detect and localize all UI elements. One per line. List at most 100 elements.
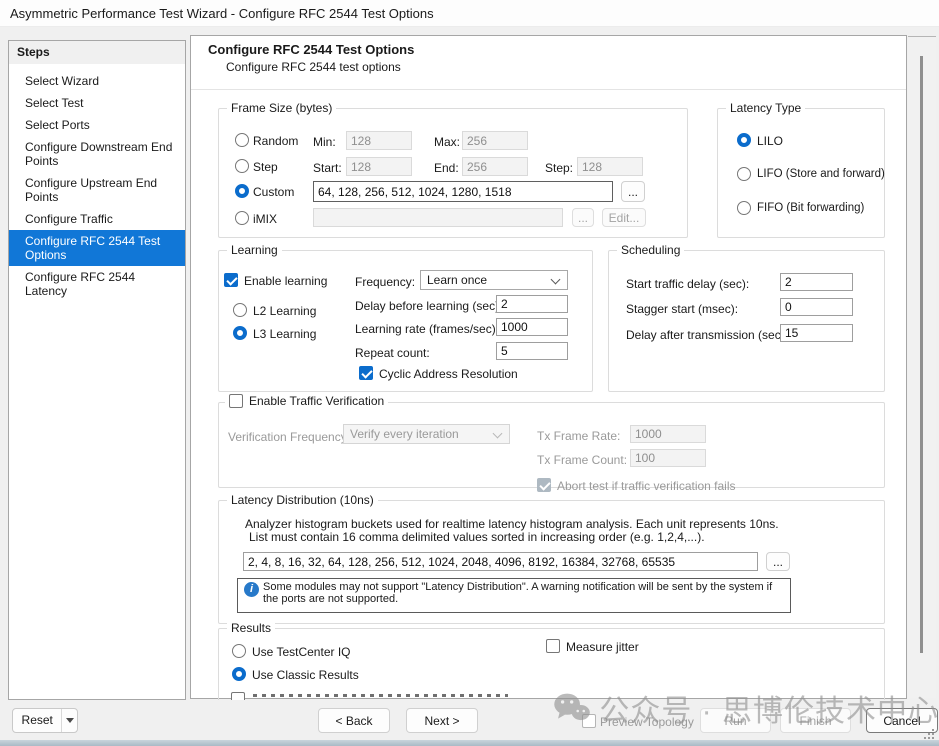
max-label: Max: <box>434 135 460 149</box>
custom-sizes-field[interactable] <box>313 181 613 202</box>
frequency-label: Frequency: <box>355 275 415 289</box>
radio-step-label: Step <box>253 160 278 174</box>
back-button[interactable]: < Back <box>318 708 390 733</box>
delay-before-learning-field[interactable] <box>496 295 568 313</box>
learning-legend: Learning <box>227 243 282 257</box>
page-title: Configure RFC 2544 Test Options <box>208 42 414 57</box>
radio-l3-learning-label: L3 Learning <box>253 327 316 341</box>
radio-step[interactable] <box>235 159 249 173</box>
radio-classic-results[interactable] <box>232 667 246 681</box>
verification-frequency-label: Verification Frequency: <box>228 430 350 444</box>
latency-distribution-note: Some modules may not support "Latency Di… <box>263 581 783 605</box>
delay-before-learning-label: Delay before learning (sec): <box>355 299 502 313</box>
resize-grip[interactable] <box>924 729 934 739</box>
radio-fifo-label: FIFO (Bit forwarding) <box>757 202 864 214</box>
info-icon: i <box>244 582 259 597</box>
window-title: Asymmetric Performance Test Wizard - Con… <box>0 0 939 27</box>
sidebar-item-rfc2544-test-options[interactable]: Configure RFC 2544 Test Options <box>9 230 185 266</box>
radio-lilo-label: LILO <box>757 134 783 148</box>
tx-frame-count-field <box>630 449 706 467</box>
reset-split-button: Reset <box>12 708 78 733</box>
radio-fifo[interactable] <box>737 201 751 215</box>
finish-button: Finish <box>780 708 851 733</box>
dropdown-arrow-icon <box>66 718 74 723</box>
reset-button[interactable]: Reset <box>13 709 61 732</box>
abort-test-checkbox <box>537 478 551 492</box>
radio-lifo[interactable] <box>737 167 751 181</box>
min-field <box>346 131 412 150</box>
latency-type-legend: Latency Type <box>726 101 805 115</box>
sidebar-item-select-wizard[interactable]: Select Wizard <box>9 70 185 92</box>
sidebar-item-select-test[interactable]: Select Test <box>9 92 185 114</box>
radio-l3-learning[interactable] <box>233 326 247 340</box>
learning-rate-field[interactable] <box>496 318 568 336</box>
radio-classic-results-label: Use Classic Results <box>252 668 359 682</box>
scheduling-group: Scheduling <box>608 250 885 392</box>
start-traffic-delay-label: Start traffic delay (sec): <box>626 277 749 291</box>
start-traffic-delay-field[interactable] <box>780 273 853 291</box>
next-button[interactable]: Next > <box>406 708 478 733</box>
window-bottom-edge <box>0 740 939 746</box>
radio-imix[interactable] <box>235 211 249 225</box>
sidebar-item-rfc2544-latency[interactable]: Configure RFC 2544 Latency <box>9 266 185 302</box>
scheduling-legend: Scheduling <box>617 243 684 257</box>
measure-jitter-checkbox[interactable] <box>546 639 560 653</box>
enable-traffic-verification-checkbox[interactable] <box>229 394 243 408</box>
run-button: Run <box>700 708 771 733</box>
steps-header: Steps <box>9 41 185 64</box>
radio-random-label: Random <box>253 134 298 148</box>
page-subtitle: Configure RFC 2544 test options <box>226 60 401 74</box>
min-label: Min: <box>313 135 336 149</box>
sidebar-item-configure-downstream[interactable]: Configure Downstream End Points <box>9 136 185 172</box>
tx-frame-rate-label: Tx Frame Rate: <box>537 429 620 443</box>
stagger-start-label: Stagger start (msec): <box>626 302 738 316</box>
stagger-start-field[interactable] <box>780 298 853 316</box>
step-size-field <box>577 157 643 176</box>
latency-buckets-browse-button[interactable]: ... <box>766 552 790 571</box>
imix-edit-button: Edit... <box>602 208 646 227</box>
delay-after-transmission-field[interactable] <box>780 324 853 342</box>
verification-frequency-dropdown: Verify every iteration <box>343 424 510 444</box>
enable-traffic-verification-label: Enable Traffic Verification <box>249 394 384 408</box>
cyclic-address-resolution-checkbox[interactable] <box>359 366 373 380</box>
custom-browse-button[interactable]: ... <box>621 181 645 202</box>
scrollbar-thumb[interactable] <box>920 56 923 653</box>
radio-lilo[interactable] <box>737 133 751 147</box>
cyclic-address-resolution-label: Cyclic Address Resolution <box>379 367 518 381</box>
sidebar-item-configure-upstream[interactable]: Configure Upstream End Points <box>9 172 185 208</box>
latency-distribution-desc1: Analyzer histogram buckets used for real… <box>245 517 779 531</box>
delay-after-transmission-label: Delay after transmission (sec): <box>626 328 788 342</box>
frequency-dropdown[interactable]: Learn once <box>420 270 568 290</box>
preview-topology-checkbox <box>582 714 596 728</box>
imix-browse-button: ... <box>572 208 594 227</box>
sidebar-item-configure-traffic[interactable]: Configure Traffic <box>9 208 185 230</box>
start-label: Start: <box>313 161 342 175</box>
preview-topology-label: Preview Topology <box>600 715 694 729</box>
max-field <box>462 131 528 150</box>
radio-l2-learning[interactable] <box>233 303 247 317</box>
end-label: End: <box>434 161 459 175</box>
latency-distribution-legend: Latency Distribution (10ns) <box>227 493 378 507</box>
tx-frame-rate-field <box>630 425 706 443</box>
clipped-option-row <box>253 694 508 697</box>
latency-buckets-field[interactable] <box>243 552 758 571</box>
learning-rate-label: Learning rate (frames/sec): <box>355 322 499 336</box>
traffic-verification-group: Enable Traffic Verification <box>218 402 885 488</box>
repeat-count-label: Repeat count: <box>355 346 430 360</box>
steps-sidebar: Steps Select Wizard Select Test Select P… <box>8 40 186 700</box>
results-legend: Results <box>227 621 275 635</box>
frame-size-legend: Frame Size (bytes) <box>227 101 336 115</box>
radio-testcenter-iq-label: Use TestCenter IQ <box>252 645 350 659</box>
radio-custom-label: Custom <box>253 185 294 199</box>
radio-custom[interactable] <box>235 184 249 198</box>
sidebar-item-select-ports[interactable]: Select Ports <box>9 114 185 136</box>
radio-random[interactable] <box>235 133 249 147</box>
latency-distribution-desc2: List must contain 16 comma delimited val… <box>249 530 705 544</box>
header-divider <box>191 89 906 90</box>
enable-learning-checkbox[interactable] <box>224 273 238 287</box>
radio-lifo-label: LIFO (Store and forward) <box>757 168 885 180</box>
reset-dropdown-button[interactable] <box>61 709 77 732</box>
radio-testcenter-iq[interactable] <box>232 644 246 658</box>
tx-frame-count-label: Tx Frame Count: <box>537 453 627 467</box>
repeat-count-field[interactable] <box>496 342 568 360</box>
